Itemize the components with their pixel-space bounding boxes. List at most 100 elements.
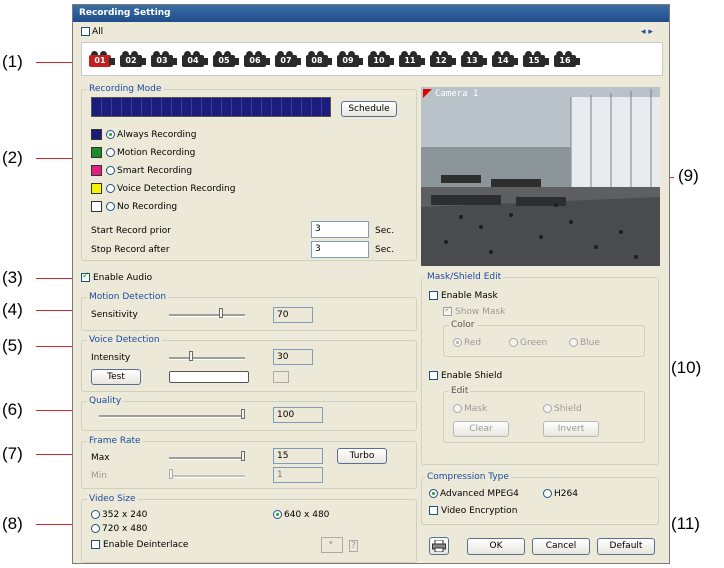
enable-shield-checkbox[interactable]	[429, 371, 438, 380]
recording-mode-radio[interactable]	[106, 202, 115, 211]
quality-slider-thumb[interactable]	[241, 409, 245, 419]
channel-nav-arrows[interactable]: ◂ ▸	[641, 27, 653, 37]
video-size-720-label: 720 x 480	[102, 524, 148, 534]
callout-11: (11)	[671, 514, 700, 533]
mask-color-blue-radio[interactable]	[569, 338, 578, 347]
clear-button[interactable]: Clear	[453, 421, 509, 437]
enable-deinterlace-label: Enable Deinterlace	[103, 540, 189, 550]
camera-channel-number: 12	[435, 56, 447, 65]
camera-channel-number: 07	[280, 56, 292, 65]
compression-type-title: Compression Type	[425, 472, 511, 482]
camera-channel-08[interactable]: 08	[304, 49, 334, 75]
sensitivity-slider[interactable]	[169, 314, 245, 317]
printer-button[interactable]	[429, 537, 449, 555]
video-size-352-radio[interactable]	[91, 510, 100, 519]
recording-mode-radio[interactable]	[106, 184, 115, 193]
edit-mask-radio[interactable]	[453, 404, 462, 413]
show-mask-check-icon: ✓	[444, 305, 452, 315]
camera-channel-number: 16	[559, 56, 571, 65]
callout-8: (8)	[2, 514, 23, 533]
frame-rate-max-thumb[interactable]	[241, 451, 245, 461]
camera-channel-number: 02	[125, 56, 137, 65]
intensity-slider-thumb[interactable]	[189, 351, 193, 361]
invert-button[interactable]: Invert	[543, 421, 599, 437]
camera-channel-number: 06	[249, 56, 261, 65]
camera-channel-16[interactable]: 16	[552, 49, 582, 75]
camera-channel-11[interactable]: 11	[397, 49, 427, 75]
all-channels-label: All	[92, 27, 104, 37]
enable-shield-label: Enable Shield	[441, 371, 503, 381]
advanced-mpeg4-label: Advanced MPEG4	[440, 489, 519, 499]
recording-mode-color-swatch	[91, 201, 102, 212]
video-encryption-checkbox[interactable]	[429, 506, 438, 515]
camera-channel-07[interactable]: 07	[273, 49, 303, 75]
voice-test-button[interactable]: Test	[91, 369, 141, 385]
frame-rate-min-label: Min	[91, 471, 107, 481]
recording-mode-color-swatch	[91, 183, 102, 194]
callout-9: (9)	[678, 166, 699, 185]
recording-mode-color-swatch	[91, 129, 102, 140]
turbo-button[interactable]: Turbo	[337, 448, 387, 464]
voice-detection-title: Voice Detection	[87, 335, 162, 345]
camera-channel-03[interactable]: 03	[149, 49, 179, 75]
schedule-button[interactable]: Schedule	[341, 101, 397, 117]
ok-button[interactable]: OK	[467, 538, 525, 555]
cancel-button[interactable]: Cancel	[532, 538, 590, 555]
camera-channel-10[interactable]: 10	[366, 49, 396, 75]
intensity-value: 30	[273, 349, 313, 365]
recording-mode-radio[interactable]	[106, 166, 115, 175]
recording-mode-color-swatch	[91, 147, 102, 158]
h264-radio[interactable]	[543, 489, 552, 498]
callout-6: (6)	[2, 400, 23, 419]
camera-channel-06[interactable]: 06	[242, 49, 272, 75]
callout-4: (4)	[2, 300, 23, 319]
quality-slider[interactable]	[99, 415, 245, 418]
callout-3: (3)	[2, 268, 23, 287]
frame-rate-max-slider[interactable]	[169, 457, 245, 460]
camera-channel-number: 15	[528, 56, 540, 65]
all-channels-checkbox[interactable]	[81, 27, 90, 36]
printer-icon	[432, 539, 446, 553]
edit-shield-radio[interactable]	[543, 404, 552, 413]
camera-channel-09[interactable]: 09	[335, 49, 365, 75]
frame-rate-max-label: Max	[91, 453, 110, 463]
enable-mask-checkbox[interactable]	[429, 291, 438, 300]
recording-mode-radio[interactable]	[106, 148, 115, 157]
sensitivity-slider-thumb[interactable]	[219, 308, 223, 318]
stop-record-input[interactable]: 3	[311, 241, 369, 258]
intensity-slider[interactable]	[169, 357, 245, 360]
camera-channel-04[interactable]: 04	[180, 49, 210, 75]
callout-1: (1)	[2, 52, 23, 71]
mask-color-blue-label: Blue	[580, 338, 600, 348]
camera-channel-number: 08	[311, 56, 323, 65]
voice-level-meter	[169, 371, 249, 383]
chevron-down-icon: ▾	[329, 539, 333, 547]
recording-mode-label: Always Recording	[117, 130, 197, 140]
stop-record-label: Stop Record after	[91, 245, 170, 255]
enable-deinterlace-checkbox[interactable]	[91, 540, 100, 549]
start-record-input[interactable]: 3	[311, 221, 369, 238]
camera-preview: Camera 1	[421, 87, 660, 266]
deinterlace-help[interactable]: ?	[349, 540, 358, 552]
schedule-timeline	[91, 97, 331, 117]
advanced-mpeg4-radio[interactable]	[429, 489, 438, 498]
camera-channel-15[interactable]: 15	[521, 49, 551, 75]
camera-channel-number: 05	[218, 56, 230, 65]
recording-mode-label: Motion Recording	[117, 148, 196, 158]
camera-channel-02[interactable]: 02	[118, 49, 148, 75]
camera-channel-12[interactable]: 12	[428, 49, 458, 75]
frame-rate-min-thumb[interactable]	[169, 469, 173, 479]
frame-rate-min-slider[interactable]	[169, 475, 245, 478]
video-size-640-radio[interactable]	[273, 510, 282, 519]
camera-channel-14[interactable]: 14	[490, 49, 520, 75]
recording-mode-radio[interactable]	[106, 130, 115, 139]
mask-color-red-radio[interactable]	[453, 338, 462, 347]
camera-channel-05[interactable]: 05	[211, 49, 241, 75]
camera-channel-13[interactable]: 13	[459, 49, 489, 75]
mask-color-green-radio[interactable]	[509, 338, 518, 347]
default-button[interactable]: Default	[597, 538, 655, 555]
camera-channel-01[interactable]: 01	[87, 49, 117, 75]
enable-mask-label: Enable Mask	[441, 291, 498, 301]
video-size-720-radio[interactable]	[91, 524, 100, 533]
sensitivity-label: Sensitivity	[91, 310, 138, 320]
